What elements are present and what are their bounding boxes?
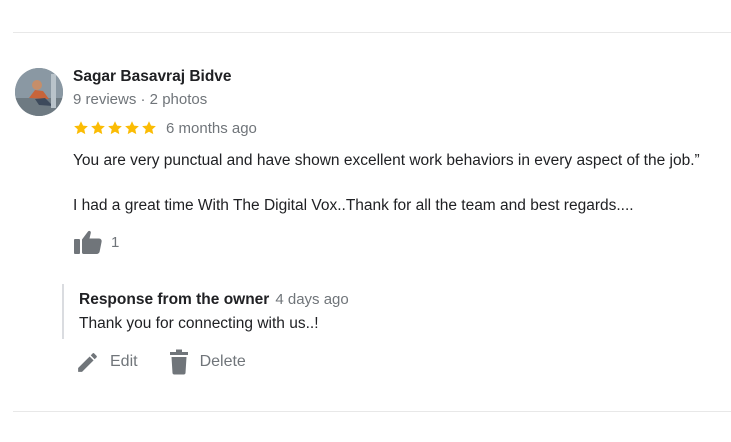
star-icon <box>91 121 105 135</box>
review-text: You are very punctual and have shown exc… <box>73 151 729 215</box>
top-divider <box>13 32 731 33</box>
owner-response-header: Response from the owner 4 days ago <box>79 291 349 309</box>
thumbs-up-icon <box>73 229 103 255</box>
author-meta: 9 reviews · 2 photos <box>73 91 208 108</box>
pencil-icon <box>75 350 100 375</box>
review-paragraph: I had a great time With The Digital Vox.… <box>73 197 634 214</box>
rating-row: 6 months ago <box>73 118 257 138</box>
owner-response-text: Thank you for connecting with us..! <box>79 315 319 332</box>
trash-icon <box>168 349 190 375</box>
like-button[interactable]: 1 <box>73 229 119 255</box>
star-icon <box>74 121 88 135</box>
owner-response-time: 4 days ago <box>275 291 349 308</box>
edit-label: Edit <box>110 353 138 370</box>
author-name[interactable]: Sagar Basavraj Bidve <box>73 68 232 86</box>
edit-button[interactable]: Edit <box>75 350 138 375</box>
delete-button[interactable]: Delete <box>168 349 246 375</box>
star-icon <box>108 121 122 135</box>
review-paragraph: You are very punctual and have shown exc… <box>73 152 700 169</box>
star-rating <box>73 120 157 136</box>
star-icon <box>142 121 156 135</box>
delete-label: Delete <box>199 353 246 370</box>
bottom-divider <box>13 411 731 412</box>
review-time: 6 months ago <box>166 119 257 137</box>
owner-response: Response from the owner 4 days ago Thank… <box>62 284 722 339</box>
response-actions: Edit Delete <box>75 349 246 375</box>
like-count: 1 <box>111 233 120 251</box>
owner-response-title: Response from the owner <box>79 291 270 308</box>
avatar[interactable] <box>15 68 63 116</box>
star-icon <box>125 121 139 135</box>
